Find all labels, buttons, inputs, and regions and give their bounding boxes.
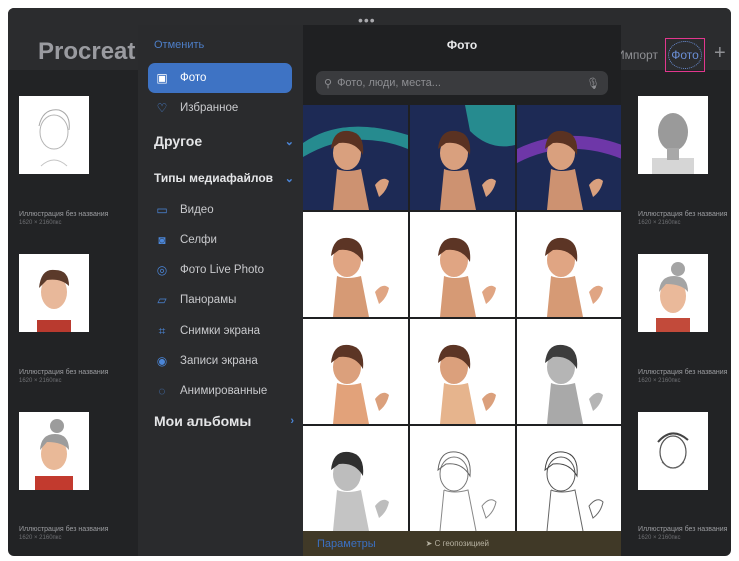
photo-thumbnail[interactable] <box>303 426 408 531</box>
photo-button[interactable]: Фото <box>665 38 705 72</box>
sidebar-item-label: Анимированные <box>180 385 268 397</box>
sidebar-item-screen-recordings[interactable]: ◉ Записи экрана <box>154 349 299 373</box>
photo-thumbnail[interactable] <box>410 105 515 210</box>
gallery-title: Иллюстрация без названия <box>638 369 728 376</box>
sidebar-item-video[interactable]: ▭ Видео <box>154 198 299 222</box>
photo-icon: ▣ <box>156 71 168 85</box>
gallery-size: 1620 × 2160пкс <box>19 535 62 541</box>
photo-picker: Фото ⚲ Фото, люди, места... 🎙 Параметры … <box>303 25 621 556</box>
procreate-screen: ••• Procreat Импорт Фото + Иллюстрация б… <box>8 8 731 556</box>
selfie-icon: ◙ <box>158 233 166 247</box>
picker-footer: Параметры ➤ С геопозицией <box>303 531 621 556</box>
sidebar-item-panoramas[interactable]: ▱ Панорамы <box>154 288 299 312</box>
gallery-artwork[interactable] <box>19 96 89 174</box>
geo-label: С геопозицией <box>434 539 490 548</box>
search-icon: ⚲ <box>324 77 333 90</box>
photo-thumbnail[interactable] <box>410 212 515 317</box>
gallery-artwork[interactable] <box>19 412 89 490</box>
photo-thumbnail[interactable] <box>517 212 621 317</box>
gallery-size: 1620 × 2160пкс <box>638 220 681 226</box>
panorama-icon: ▱ <box>157 293 167 307</box>
sidebar-item-animated[interactable]: ◌ Анимированные <box>154 379 299 403</box>
heart-icon: ♡ <box>156 101 168 115</box>
video-icon: ▭ <box>156 203 168 217</box>
sidebar-item-label: Селфи <box>180 234 217 246</box>
chevron-right-icon: › <box>290 415 294 427</box>
new-canvas-button[interactable]: + <box>714 42 726 65</box>
sidebar-item-label: Фото <box>180 72 207 84</box>
photo-thumbnail[interactable] <box>517 426 621 531</box>
picker-title: Фото <box>446 38 478 52</box>
section-media-types[interactable]: Типы медиафайлов ⌄ <box>154 171 294 185</box>
gallery-title: Иллюстрация без названия <box>638 526 728 533</box>
sidebar-item-label: Снимки экрана <box>180 325 261 337</box>
section-media-types-label: Типы медиафайлов <box>154 171 274 185</box>
import-button[interactable]: Импорт <box>616 48 658 62</box>
cancel-button[interactable]: Отменить <box>154 39 204 51</box>
microphone-icon[interactable]: 🎙 <box>586 77 600 90</box>
parameters-button[interactable]: Параметры <box>317 538 376 550</box>
geo-indicator: ➤ С геопозицией <box>426 539 489 548</box>
sidebar-item-screenshots[interactable]: ⌗ Снимки экрана <box>154 319 299 343</box>
section-my-albums-label: Мои альбомы <box>154 413 252 429</box>
search-placeholder: Фото, люди, места... <box>337 77 441 89</box>
section-other[interactable]: Другое ⌄ <box>154 133 294 149</box>
sidebar-item-label: Фото Live Photo <box>180 264 264 276</box>
animated-icon: ◌ <box>158 384 166 398</box>
sidebar-item-label: Видео <box>180 204 214 216</box>
photo-thumbnail[interactable] <box>517 105 621 210</box>
sidebar-item-photos[interactable]: ▣ Фото <box>148 63 292 93</box>
screenshot-icon: ⌗ <box>158 323 166 338</box>
sidebar-item-label: Записи экрана <box>180 355 258 367</box>
search-input[interactable]: ⚲ Фото, люди, места... 🎙 <box>316 71 608 95</box>
section-other-label: Другое <box>154 133 203 149</box>
gallery-size: 1620 × 2160пкс <box>19 378 62 384</box>
gallery-title: Иллюстрация без названия <box>19 526 109 533</box>
chevron-down-icon: ⌄ <box>284 135 294 148</box>
gallery-artwork[interactable] <box>638 254 708 332</box>
gallery-size: 1620 × 2160пкс <box>638 378 681 384</box>
gallery-size: 1620 × 2160пкс <box>19 220 62 226</box>
photo-thumbnail[interactable] <box>303 105 408 210</box>
photo-button-label: Фото <box>668 41 702 69</box>
screen-record-icon: ◉ <box>156 354 168 368</box>
gallery-artwork[interactable] <box>19 254 89 332</box>
photo-thumbnail[interactable] <box>517 319 621 424</box>
gallery-artwork[interactable] <box>638 412 708 490</box>
gallery-title: Иллюстрация без названия <box>19 369 109 376</box>
live-photo-icon: ◎ <box>156 263 168 277</box>
section-my-albums[interactable]: Мои альбомы › <box>154 413 294 429</box>
photo-thumbnail[interactable] <box>303 212 408 317</box>
gallery-title: Иллюстрация без названия <box>638 211 728 218</box>
sidebar-item-live-photos[interactable]: ◎ Фото Live Photo <box>154 258 299 282</box>
photo-picker-sidebar: Отменить ▣ Фото ♡ Избранное Другое ⌄ Тип… <box>138 25 303 556</box>
app-title: Procreat <box>38 38 136 65</box>
sidebar-item-selfies[interactable]: ◙ Селфи <box>154 228 299 252</box>
sidebar-item-label: Панорамы <box>180 294 237 306</box>
photo-thumbnail[interactable] <box>410 319 515 424</box>
gallery-artwork[interactable] <box>638 96 708 174</box>
photo-thumbnail[interactable] <box>303 319 408 424</box>
sidebar-item-label: Избранное <box>180 102 239 114</box>
gallery-title: Иллюстрация без названия <box>19 211 109 218</box>
photo-thumbnail[interactable] <box>410 426 515 531</box>
sidebar-item-favorites[interactable]: ♡ Избранное <box>154 96 299 120</box>
chevron-down-icon: ⌄ <box>284 172 294 185</box>
location-arrow-icon: ➤ <box>425 539 433 548</box>
gallery-size: 1620 × 2160пкс <box>638 535 681 541</box>
